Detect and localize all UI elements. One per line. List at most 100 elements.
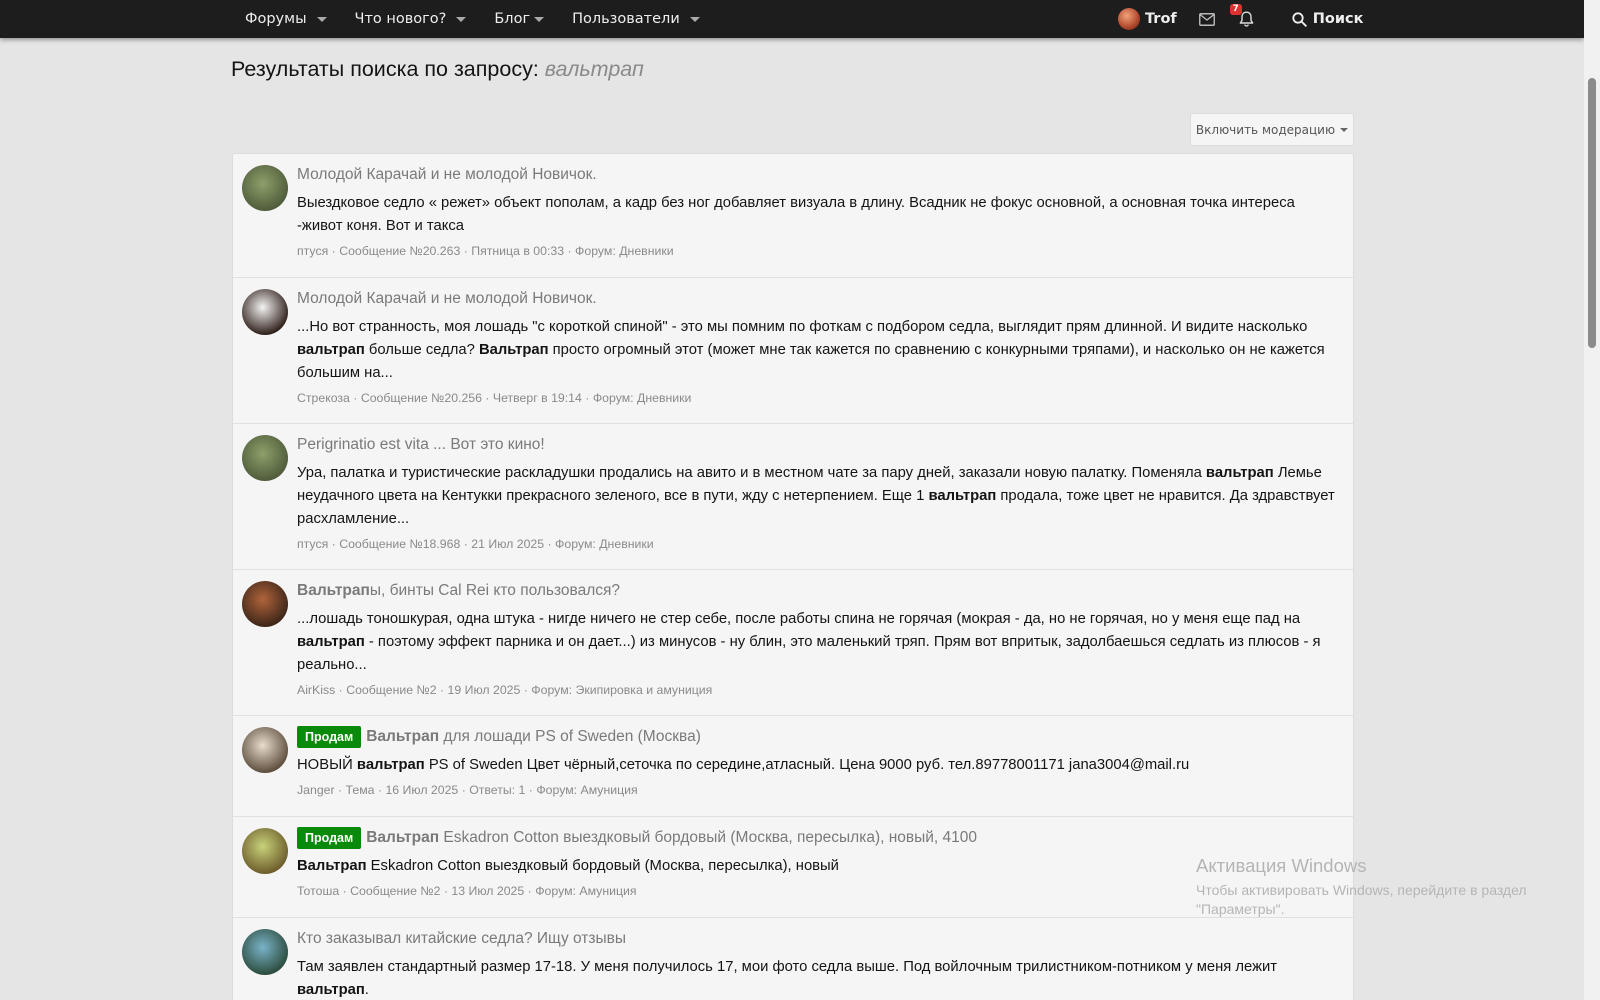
snippet-highlight: вальтрап	[928, 488, 997, 504]
meta-author-link[interactable]: Тотоша	[297, 884, 339, 898]
result-title-link[interactable]: Вальтрапы, бинты Cal Rei кто пользовался…	[297, 580, 1341, 602]
snippet-highlight: вальтрап	[1205, 465, 1274, 481]
search-button[interactable]: Поиск	[1292, 11, 1364, 27]
result-title-link[interactable]: Кто заказывал китайские седла? Ищу отзыв…	[297, 928, 1341, 950]
meta-separator: ·	[460, 537, 472, 551]
meta-separator: ·	[349, 391, 361, 405]
meta-item[interactable]: Форум: Дневники	[593, 391, 692, 405]
meta-item: Четверг в 19:14	[492, 391, 582, 405]
result-title-link[interactable]: Молодой Карачай и не молодой Новичок.	[297, 164, 1341, 186]
result-content: Молодой Карачай и не молодой Новичок....…	[297, 288, 1341, 408]
search-result-item: Perigrinatio est vita ... Вот это кино! У…	[233, 424, 1353, 570]
snippet-highlight: вальтрап	[297, 982, 365, 998]
chevron-down-icon[interactable]	[534, 16, 545, 22]
nav-whats-new-label: Что нового?	[354, 11, 447, 27]
result-meta: AirKiss · Сообщение №2 · 19 Июл 2025 · Ф…	[297, 680, 1341, 700]
search-label: Поиск	[1312, 11, 1364, 27]
author-avatar[interactable]	[242, 435, 288, 481]
meta-item[interactable]: Форум: Дневники	[575, 244, 674, 258]
meta-item[interactable]: Форум: Амуниция	[535, 884, 636, 898]
meta-item: Сообщение №20.256	[360, 391, 482, 405]
nav-whats-new[interactable]: Что нового?	[355, 11, 467, 27]
moderation-label: Включить модерацию	[1195, 122, 1336, 137]
result-snippet: ...Но вот странность, моя лошадь "с коро…	[297, 316, 1341, 385]
nav-users[interactable]: Пользователи	[572, 11, 700, 27]
scrollbar-thumb[interactable]	[1588, 78, 1596, 348]
meta-author-link[interactable]: птуся	[297, 537, 328, 551]
page-scrollbar[interactable]	[1584, 0, 1600, 1000]
alerts-button[interactable]: 7	[1229, 4, 1254, 27]
watermark-title: Активация Windows	[1196, 855, 1367, 876]
meta-separator: ·	[458, 783, 470, 797]
meta-item: 19 Июл 2025	[447, 683, 521, 697]
search-result-item: Молодой Карачай и не молодой Новичок. Вые…	[233, 154, 1353, 278]
search-result-item: Кто заказывал китайские седла? Ищу отзыв…	[233, 918, 1353, 1000]
meta-item: Сообщение №2	[346, 683, 437, 697]
meta-separator: ·	[481, 391, 493, 405]
chevron-down-icon[interactable]	[456, 16, 467, 22]
result-meta: птуся · Сообщение №20.263 · Пятница в 00…	[297, 241, 1341, 261]
meta-item: 16 Июл 2025	[385, 783, 459, 797]
snippet-text: - поэтому эффект парника и он дает...) и…	[297, 634, 1321, 673]
result-title-link[interactable]: Продам Вальтрап Eskadron Cotton выездковы…	[297, 827, 1341, 849]
top-navigation: Форумы Что нового? Блог Пользователи Tro…	[0, 0, 1584, 38]
meta-author-link[interactable]: птуся	[297, 244, 328, 258]
nav-forums[interactable]: Форумы	[245, 11, 327, 27]
chevron-down-icon[interactable]	[316, 16, 327, 22]
title-text: для лошади PS of Sweden (Москва)	[439, 728, 701, 745]
author-avatar[interactable]	[242, 828, 288, 874]
author-avatar[interactable]	[242, 289, 288, 335]
meta-item[interactable]: Форум: Экипировка и амуниция	[531, 683, 712, 697]
meta-author-link[interactable]: Janger	[297, 783, 335, 797]
snippet-text: Ура, палатка и туристические раскладушки…	[297, 465, 1206, 481]
result-snippet: Ура, палатка и туристические раскладушки…	[297, 462, 1341, 531]
meta-item: Сообщение №20.263	[339, 244, 461, 258]
windows-activation-watermark: Активация Windows Чтобы активировать Win…	[1196, 855, 1527, 919]
user-avatar	[1118, 8, 1140, 30]
meta-separator: ·	[334, 783, 346, 797]
envelope-icon	[1198, 12, 1215, 26]
nav-forums-label: Форумы	[245, 11, 307, 27]
prefix-label[interactable]: Продам	[297, 726, 362, 748]
snippet-highlight: Вальтрап	[478, 342, 549, 358]
result-snippet: Вальтрап Eskadron Cotton выездковый борд…	[297, 855, 1341, 878]
meta-author-link[interactable]: Стрекоза	[297, 391, 350, 405]
result-title-link[interactable]: Perigrinatio est vita ... Вот это кино!	[297, 434, 1341, 456]
author-avatar[interactable]	[242, 581, 288, 627]
meta-author-link[interactable]: AirKiss	[297, 683, 335, 697]
meta-separator: ·	[436, 683, 448, 697]
author-avatar[interactable]	[242, 165, 288, 211]
snippet-highlight: вальтрап	[297, 634, 365, 650]
meta-separator: ·	[564, 244, 576, 258]
search-result-item: Молодой Карачай и не молодой Новичок....…	[233, 278, 1353, 424]
meta-separator: ·	[581, 391, 593, 405]
meta-item: Ответы: 1	[469, 783, 526, 797]
meta-item[interactable]: Форум: Дневники	[555, 537, 654, 551]
author-avatar[interactable]	[242, 727, 288, 773]
result-snippet: НОВЫЙ вальтрап PS of Sweden Цвет чёрный,…	[297, 754, 1341, 777]
user-menu[interactable]: Trof	[1118, 8, 1177, 30]
author-avatar[interactable]	[242, 929, 288, 975]
result-content: Продам Вальтрап Eskadron Cotton выездковы…	[297, 827, 1341, 901]
meta-item: Пятница в 00:33	[471, 244, 565, 258]
meta-separator: ·	[328, 244, 340, 258]
chevron-down-icon[interactable]	[689, 16, 700, 22]
username: Trof	[1145, 11, 1177, 27]
title-highlight: Вальтрап	[297, 582, 370, 599]
result-snippet: Выездковое седло « режет» объект пополам…	[297, 192, 1341, 238]
inbox-button[interactable]	[1198, 12, 1215, 26]
meta-item[interactable]: Форум: Амуниция	[536, 783, 637, 797]
result-title-link[interactable]: Продам Вальтрап для лошади PS of Sweden (…	[297, 726, 1341, 748]
enable-moderation-button[interactable]: Включить модерацию	[1190, 113, 1354, 146]
prefix-label[interactable]: Продам	[297, 827, 362, 849]
snippet-text: НОВЫЙ	[297, 757, 357, 773]
meta-separator: ·	[339, 884, 351, 898]
meta-separator: ·	[524, 884, 536, 898]
nav-blog[interactable]: Блог	[494, 11, 545, 27]
result-title-link[interactable]: Молодой Карачай и не молодой Новичок.	[297, 288, 1341, 310]
meta-item: Сообщение №18.968	[339, 537, 461, 551]
result-meta: птуся · Сообщение №18.968 · 21 Июл 2025 …	[297, 534, 1341, 554]
meta-separator: ·	[544, 537, 556, 551]
snippet-text: Eskadron Cotton выездковый бордовый (Мос…	[366, 858, 839, 874]
title-text: Молодой Карачай и не молодой Новичок.	[297, 166, 597, 183]
